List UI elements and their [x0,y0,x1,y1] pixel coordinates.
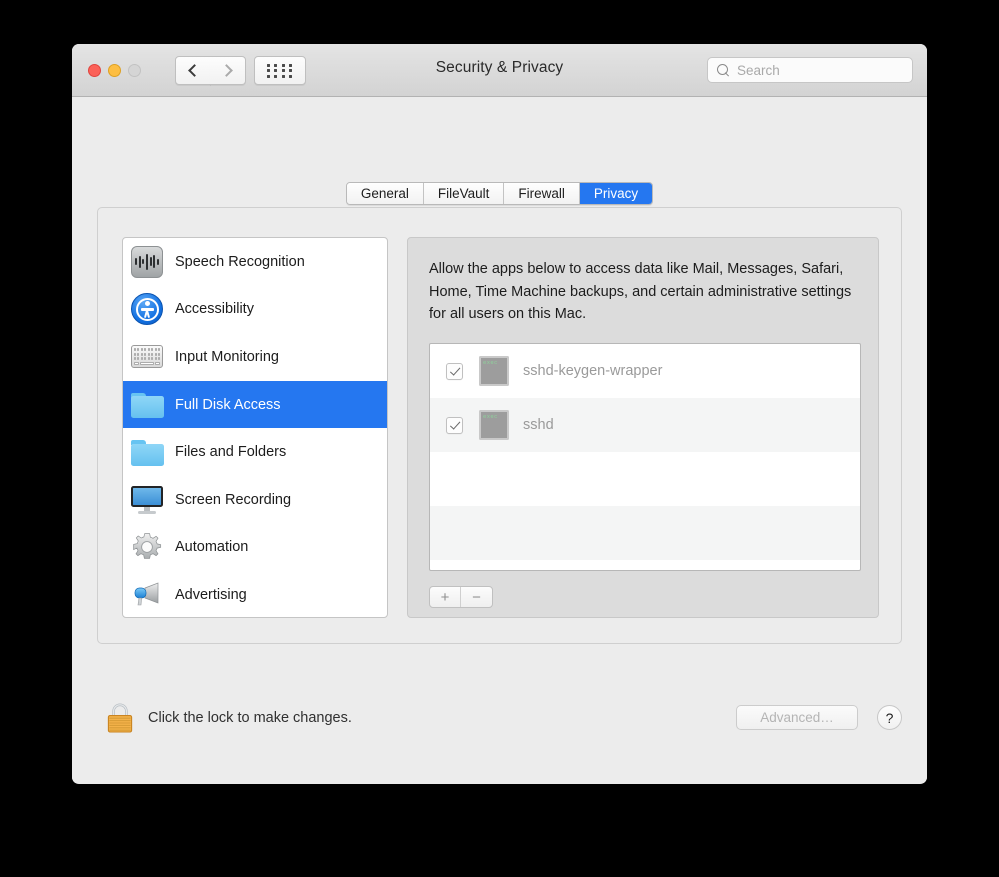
sidebar-item-label: Full Disk Access [175,396,281,413]
search-field[interactable] [707,57,913,83]
tab-firewall[interactable]: Firewall [504,183,580,204]
app-name-label: sshd [523,417,554,433]
app-checkbox[interactable] [446,416,463,434]
closed-padlock-icon[interactable] [105,701,135,735]
full-disk-access-pane: Allow the apps below to access data like… [407,237,879,618]
pane-description: Allow the apps below to access data like… [429,261,852,322]
sidebar-item-speech-recognition[interactable]: Speech Recognition [123,238,387,286]
privacy-panel: Speech Recognition Accessibility Input M… [97,207,902,644]
preferences-window: Security & Privacy General FileVault Fir… [72,44,927,784]
display-icon [131,484,163,516]
accessibility-icon [131,293,163,326]
sidebar-item-automation[interactable]: Automation [123,524,387,572]
privacy-category-list[interactable]: Speech Recognition Accessibility Input M… [122,237,388,618]
table-row-empty [430,560,860,570]
exec-badge-label: exec [483,413,498,420]
exec-binary-icon: exec [479,356,509,386]
advanced-button[interactable]: Advanced… [736,705,858,730]
sidebar-item-label: Screen Recording [175,491,292,508]
gear-icon [131,531,163,563]
folder-icon [131,389,164,421]
sidebar-item-accessibility[interactable]: Accessibility [123,286,387,334]
search-icon [717,63,730,77]
exec-binary-icon: exec [479,410,509,440]
remove-app-button[interactable]: − [461,587,492,607]
sidebar-item-files-and-folders[interactable]: Files and Folders [123,428,387,476]
window-footer: Click the lock to make changes. Advanced… [72,688,927,783]
window-titlebar: Security & Privacy [72,44,927,97]
sidebar-item-label: Advertising [175,586,247,603]
tab-general[interactable]: General [346,183,424,204]
sidebar-item-advertising[interactable]: Advertising [123,571,387,617]
sidebar-item-label: Input Monitoring [175,348,279,365]
app-name-label: sshd-keygen-wrapper [523,363,663,379]
add-app-button[interactable]: + [430,587,461,607]
table-row-empty [430,506,860,560]
megaphone-icon [131,579,163,611]
add-remove-button-group: + − [429,586,493,608]
app-checkbox[interactable] [446,362,463,380]
help-button[interactable]: ? [877,705,902,730]
lock-status-text: Click the lock to make changes. [148,710,352,726]
waveform-icon [131,245,163,278]
table-row[interactable]: exec sshd-keygen-wrapper [430,344,860,398]
table-row[interactable]: exec sshd [430,398,860,452]
sidebar-item-label: Automation [175,539,249,556]
folder-icon [131,436,164,468]
sidebar-item-label: Speech Recognition [175,253,305,270]
window-body: General FileVault Firewall Privacy Speec… [72,97,927,783]
table-row-empty [430,452,860,506]
exec-badge-label: exec [483,359,498,366]
tab-filevault[interactable]: FileVault [423,183,505,204]
sidebar-item-full-disk-access[interactable]: Full Disk Access [123,380,387,429]
search-input[interactable] [737,62,897,78]
tab-bar: General FileVault Firewall Privacy [72,182,927,205]
sidebar-item-screen-recording[interactable]: Screen Recording [123,476,387,524]
sidebar-item-input-monitoring[interactable]: Input Monitoring [123,333,387,381]
sidebar-item-label: Files and Folders [175,444,287,461]
allowed-apps-list[interactable]: exec sshd-keygen-wrapper exec sshd [429,343,861,571]
tab-privacy[interactable]: Privacy [579,183,653,204]
keyboard-icon [131,341,163,373]
sidebar-item-label: Accessibility [175,301,254,318]
